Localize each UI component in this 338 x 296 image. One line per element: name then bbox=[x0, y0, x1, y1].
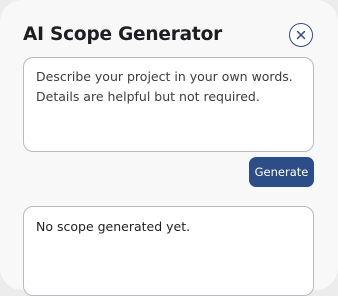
generate-button[interactable]: Generate bbox=[249, 157, 314, 187]
scope-generator-dialog: AI Scope Generator Describe your project… bbox=[0, 0, 338, 296]
close-icon bbox=[296, 30, 306, 40]
dialog-title: AI Scope Generator bbox=[23, 24, 223, 45]
close-button[interactable] bbox=[289, 23, 313, 47]
project-description-input[interactable]: Describe your project in your own words.… bbox=[23, 57, 314, 152]
scope-output: No scope generated yet. bbox=[23, 206, 314, 296]
